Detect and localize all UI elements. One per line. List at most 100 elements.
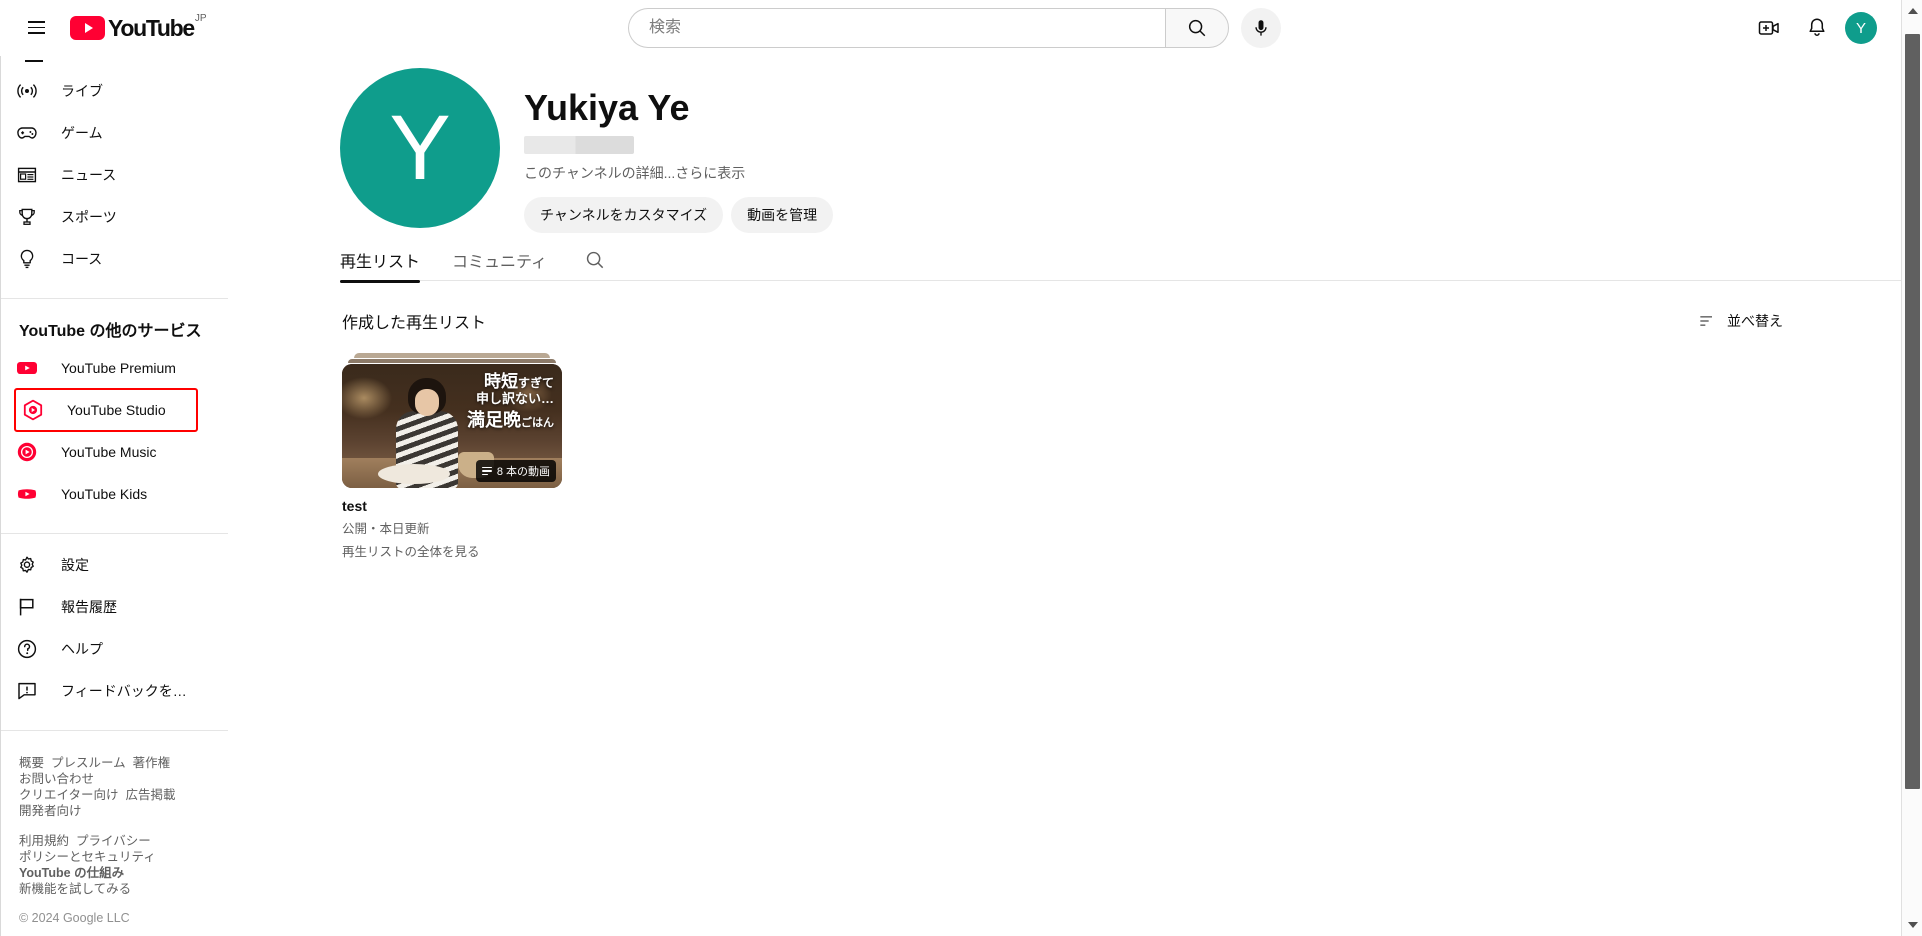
sidebar-primary-section: ライブ ゲーム ニュース スポーツ コース xyxy=(1,70,240,288)
scrollbar-thumb[interactable] xyxy=(1905,34,1920,789)
scroll-down-arrow[interactable] xyxy=(1902,916,1922,934)
footer-link[interactable]: 開発者向け xyxy=(19,804,82,818)
sidebar-item-live[interactable]: ライブ xyxy=(1,70,232,112)
sidebar-item-youtube-premium[interactable]: YouTube Premium xyxy=(1,347,232,389)
channel-name: Yukiya Ye xyxy=(524,87,690,128)
channel-avatar[interactable]: Y xyxy=(340,68,500,228)
youtube-premium-icon xyxy=(15,356,39,380)
account-avatar[interactable]: Y xyxy=(1845,12,1877,44)
thumbnail-stack-layer-back xyxy=(354,353,550,358)
live-icon xyxy=(15,79,39,103)
sort-button[interactable]: 並べ替え xyxy=(1689,303,1791,339)
footer-link[interactable]: YouTube の仕組み xyxy=(19,866,124,880)
sidebar-item-help[interactable]: ヘルプ xyxy=(1,628,232,670)
footer-link[interactable]: 概要 xyxy=(19,756,44,770)
sort-button-label: 並べ替え xyxy=(1727,313,1783,329)
gear-icon xyxy=(15,553,39,577)
sidebar-item-label: コース xyxy=(61,251,103,267)
sports-icon xyxy=(15,205,39,229)
masthead-start: YouTube JP xyxy=(0,8,230,48)
guide-menu-button[interactable] xyxy=(16,8,56,48)
sidebar-item-label: YouTube Kids xyxy=(61,486,148,502)
footer-link[interactable]: 新機能を試してみる xyxy=(19,882,131,896)
microphone-icon xyxy=(1255,20,1267,36)
sidebar-item-label: YouTube Premium xyxy=(61,360,176,376)
sidebar-scrolled-item-partial xyxy=(1,56,240,70)
playlist-thumbnail-stack: 時短すぎて 申し訳ない… 満足晩ごはん 8 本の動画 xyxy=(342,353,562,488)
sort-icon xyxy=(1700,316,1712,326)
footer-link[interactable]: プレスルーム xyxy=(51,756,126,770)
footer-links-group-2: 利用規約 プライバシー ポリシーとセキュリティ YouTube の仕組み 新機能を… xyxy=(19,833,240,897)
youtube-channel-page: YouTube JP 検索 Y ライブ ゲーム ニュース スポーツ コース Yo… xyxy=(0,0,1922,936)
sidebar-item-youtube-kids[interactable]: YouTube Kids xyxy=(1,473,232,515)
section-title: 作成した再生リスト xyxy=(342,315,487,332)
bell-icon xyxy=(1809,18,1825,36)
sidebar-item-youtube-music[interactable]: YouTube Music xyxy=(1,431,232,473)
channel-meta: Yukiya Ye このチャンネルの詳細...さらに表示 チャンネルをカスタマイ… xyxy=(500,68,834,233)
sidebar-item-label: スポーツ xyxy=(61,209,117,225)
hamburger-icon xyxy=(27,21,45,34)
search-input[interactable] xyxy=(647,18,1165,38)
footer-link[interactable]: クリエイター向け xyxy=(19,788,119,802)
playlists-section-header: 作成した再生リスト 並べ替え xyxy=(342,303,1791,339)
playlist-view-full-link[interactable]: 再生リストの全体を見る xyxy=(342,541,562,560)
sidebar: ライブ ゲーム ニュース スポーツ コース YouTube の他のサービス Yo… xyxy=(1,56,240,936)
footer-link[interactable]: 広告掲載 xyxy=(126,788,176,802)
channel-header: Y Yukiya Ye このチャンネルの詳細...さらに表示 チャンネルをカスタ… xyxy=(240,56,1901,233)
browser-scrollbar[interactable] xyxy=(1901,0,1922,936)
search-box[interactable] xyxy=(628,8,1165,48)
video-count-label: 8 本の動画 xyxy=(496,466,550,478)
create-video-button[interactable] xyxy=(1749,8,1789,48)
playlist-title[interactable]: test xyxy=(342,498,562,514)
sidebar-section-title: YouTube の他のサービス xyxy=(19,323,202,340)
footer-link[interactable]: お問い合わせ xyxy=(19,772,94,786)
copyright-text: © 2024 Google LLC xyxy=(19,911,130,925)
channel-search-button[interactable] xyxy=(575,240,615,280)
sidebar-settings-section: 設定 報告履歴 ヘルプ フィードバックを… xyxy=(1,544,240,720)
channel-action-buttons: チャンネルをカスタマイズ 動画を管理 xyxy=(524,197,834,233)
tab-playlists[interactable]: 再生リスト xyxy=(340,236,436,283)
sidebar-item-send-feedback[interactable]: フィードバックを… xyxy=(1,670,232,712)
scroll-up-arrow[interactable] xyxy=(1902,2,1922,20)
search-icon xyxy=(1188,19,1206,37)
youtube-play-icon xyxy=(70,15,105,40)
sidebar-item-report-history[interactable]: 報告履歴 xyxy=(1,586,232,628)
playlist-lines-icon xyxy=(481,466,492,476)
youtube-logo[interactable]: YouTube JP xyxy=(70,13,207,40)
sidebar-item-label: ニュース xyxy=(61,167,117,183)
voice-search-button[interactable] xyxy=(1241,8,1281,48)
sidebar-item-settings[interactable]: 設定 xyxy=(1,544,232,586)
customize-channel-button[interactable]: チャンネルをカスタマイズ xyxy=(524,197,724,233)
channel-description: このチャンネルの詳細 xyxy=(524,165,664,181)
footer-link[interactable]: プライバシー xyxy=(76,834,151,848)
playlist-thumbnail[interactable]: 時短すぎて 申し訳ない… 満足晩ごはん 8 本の動画 xyxy=(342,364,562,488)
playlist-card[interactable]: 時短すぎて 申し訳ない… 満足晩ごはん 8 本の動画 test 公開・本日更新 … xyxy=(342,353,562,560)
sidebar-item-news[interactable]: ニュース xyxy=(1,154,232,196)
notifications-button[interactable] xyxy=(1797,8,1837,48)
footer-link[interactable]: 著作権 xyxy=(133,756,171,770)
channel-description-more-link[interactable]: ...さらに表示 xyxy=(664,165,746,181)
footer-link[interactable]: ポリシーとセキュリティ xyxy=(19,850,156,864)
sidebar-divider xyxy=(1,730,228,731)
sidebar-item-label: 設定 xyxy=(61,557,89,573)
search-icon xyxy=(586,251,604,268)
youtube-music-icon xyxy=(15,440,39,464)
manage-videos-button[interactable]: 動画を管理 xyxy=(731,197,834,233)
courses-icon xyxy=(15,247,39,271)
thumbnail-text-line1: 時短すぎて xyxy=(483,372,554,391)
create-video-icon xyxy=(1758,21,1779,35)
tab-community[interactable]: コミュニティ xyxy=(436,236,563,283)
sidebar-item-courses[interactable]: コース xyxy=(1,238,232,280)
sidebar-item-label: フィードバックを… xyxy=(61,683,187,699)
footer-link[interactable]: 利用規約 xyxy=(19,834,69,848)
sidebar-item-youtube-studio[interactable]: YouTube Studio xyxy=(14,388,198,432)
sidebar-item-gaming[interactable]: ゲーム xyxy=(1,112,232,154)
channel-description-row[interactable]: このチャンネルの詳細...さらに表示 xyxy=(524,163,833,183)
playlist-meta: 公開・本日更新 xyxy=(342,522,430,536)
youtube-studio-icon xyxy=(21,398,45,422)
sidebar-item-sports[interactable]: スポーツ xyxy=(1,196,232,238)
sidebar-item-label: YouTube Studio xyxy=(67,402,166,418)
feedback-icon xyxy=(15,679,39,703)
search-button[interactable] xyxy=(1165,8,1229,48)
news-icon xyxy=(15,163,39,187)
